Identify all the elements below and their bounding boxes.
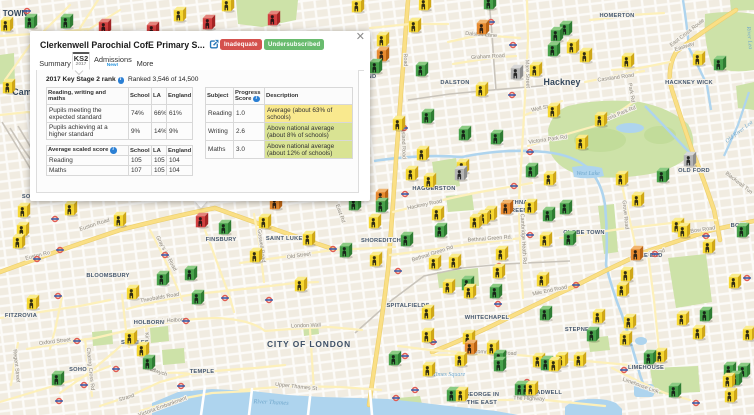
svg-text:WHITECHAPEL: WHITECHAPEL [465, 315, 510, 321]
svg-text:Mare Street: Mare Street [524, 60, 531, 89]
svg-text:London Wall: London Wall [291, 322, 321, 329]
svg-text:OLD FORD: OLD FORD [678, 168, 710, 174]
svg-text:CITY OF LONDON: CITY OF LONDON [267, 339, 351, 349]
svg-text:TEMPLE: TEMPLE [190, 369, 215, 375]
svg-text:HOMERTON: HOMERTON [599, 13, 634, 19]
svg-text:BLOOMSBURY: BLOOMSBURY [86, 273, 129, 279]
svg-text:SHOREDITCH: SHOREDITCH [361, 238, 401, 244]
svg-text:Road: Road [402, 53, 408, 66]
svg-text:DALSTON: DALSTON [440, 80, 469, 86]
svg-text:SOHO: SOHO [69, 367, 87, 373]
svg-text:Times Square: Times Square [433, 372, 466, 378]
svg-text:West Lake: West Lake [576, 171, 600, 177]
svg-text:GEORGE IN: GEORGE IN [465, 392, 499, 398]
svg-text:SAINT LUKE'S: SAINT LUKE'S [266, 236, 308, 242]
svg-text:HOLBORN: HOLBORN [134, 320, 165, 326]
svg-text:FITZROVIA: FITZROVIA [5, 313, 37, 319]
svg-text:FINSBURY: FINSBURY [206, 237, 237, 243]
svg-text:Hackney: Hackney [544, 77, 581, 87]
svg-text:LIMEHOUSE: LIMEHOUSE [628, 365, 664, 371]
svg-text:HACKNEY WICK: HACKNEY WICK [665, 80, 713, 86]
svg-text:THE EAST: THE EAST [467, 400, 497, 406]
